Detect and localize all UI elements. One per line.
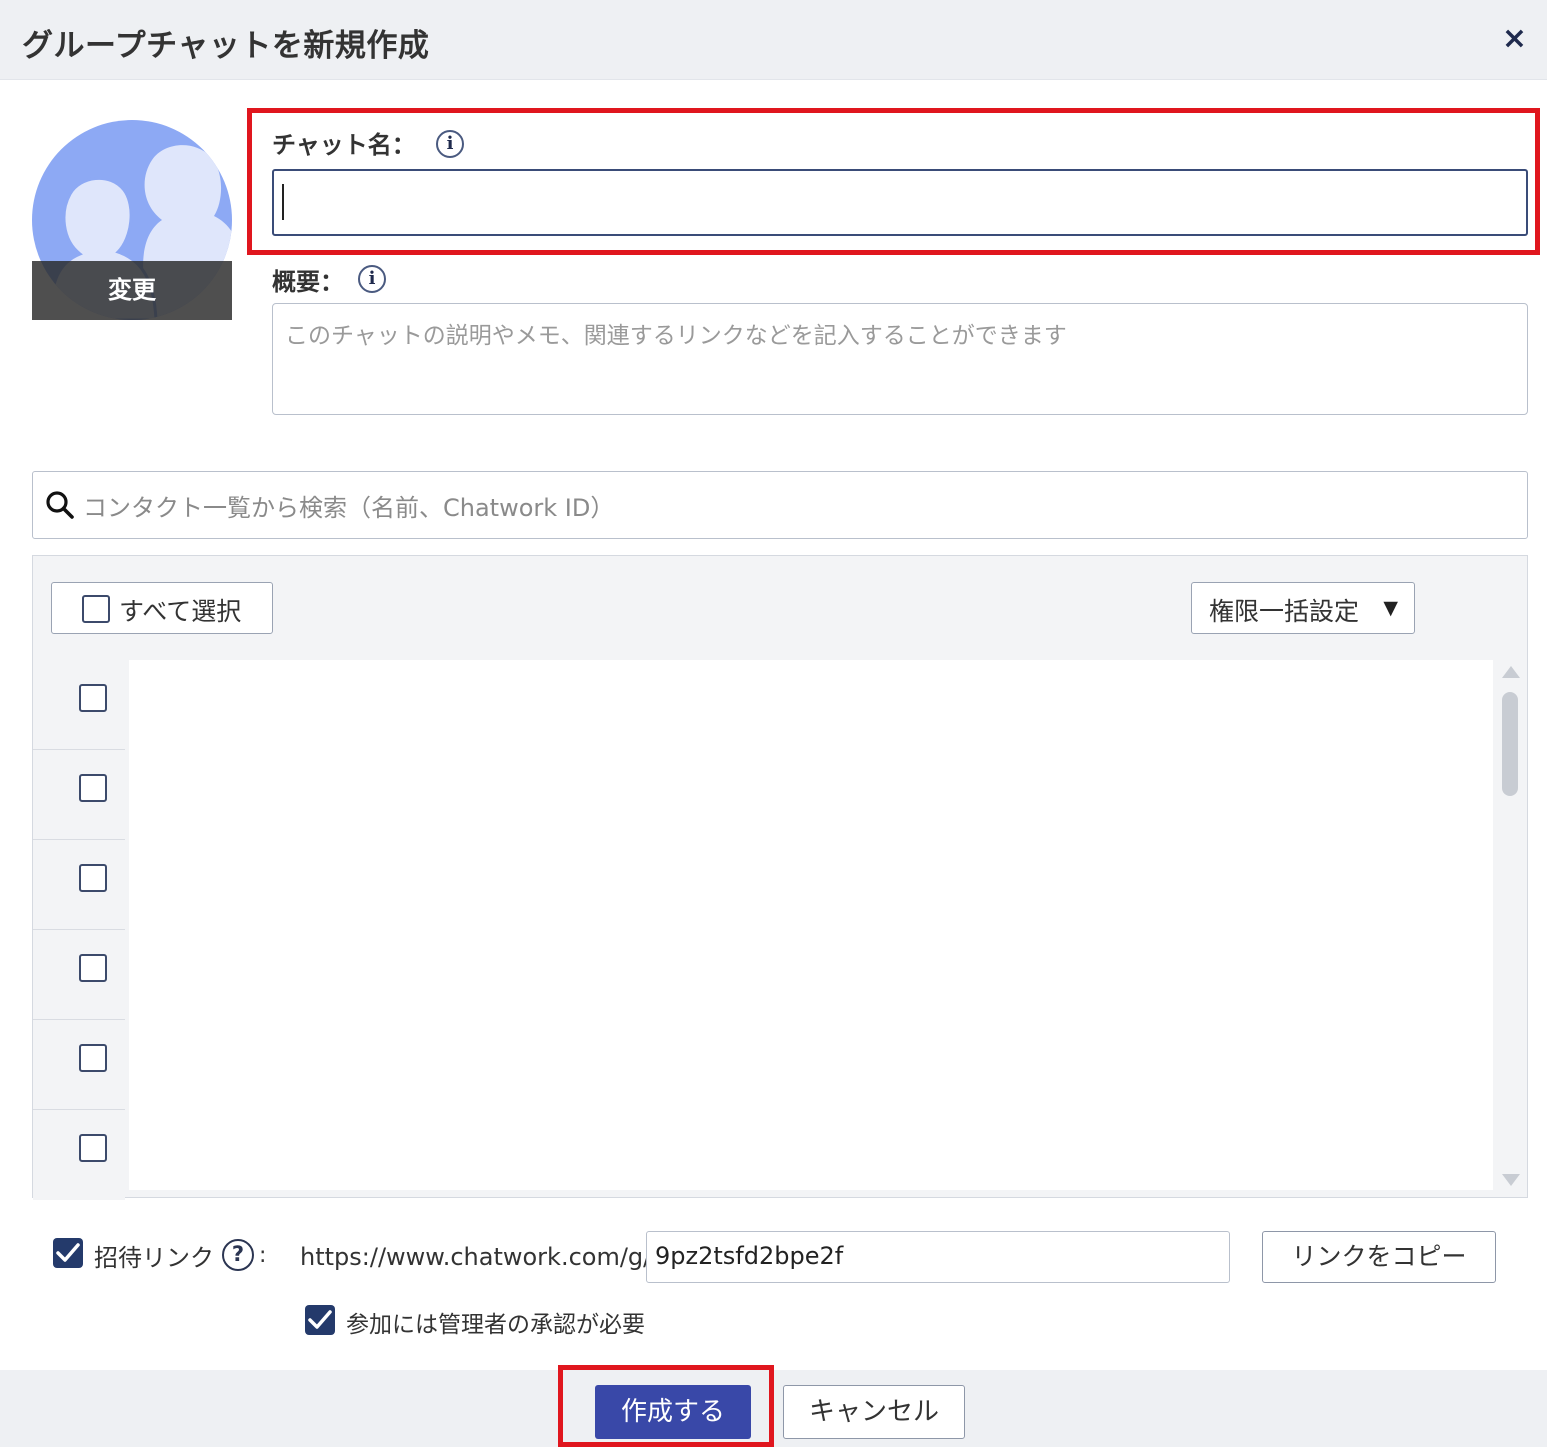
copy-link-button[interactable]: リンクをコピー [1262, 1231, 1496, 1283]
contact-row [33, 660, 125, 750]
scroll-up-arrow-icon[interactable] [1502, 666, 1520, 678]
approval-checkbox[interactable] [305, 1305, 335, 1335]
select-all-button[interactable]: すべて選択 [51, 582, 273, 634]
contact-row [33, 1020, 125, 1110]
contact-checkbox[interactable] [79, 1044, 107, 1072]
contact-row [33, 1110, 125, 1200]
contact-checkbox[interactable] [79, 774, 107, 802]
text-caret [282, 184, 284, 220]
dialog-title: グループチャットを新規作成 [22, 28, 430, 64]
invite-link-checkbox[interactable] [53, 1238, 83, 1268]
bulk-permission-dropdown[interactable]: 権限一括設定 ▼ [1191, 582, 1415, 634]
scroll-down-arrow-icon[interactable] [1502, 1174, 1520, 1186]
search-icon [46, 491, 74, 519]
invite-colon: : [259, 1243, 267, 1268]
contact-list [33, 660, 1527, 1200]
contact-list-panel: すべて選択 権限一括設定 ▼ [32, 555, 1528, 1200]
contact-row [33, 750, 125, 840]
cancel-button[interactable]: キャンセル [783, 1385, 965, 1439]
approval-label: 参加には管理者の承認が必要 [346, 1312, 645, 1338]
close-button[interactable]: × [1502, 24, 1527, 54]
invite-link-label: 招待リンク [94, 1244, 214, 1272]
invite-code-input[interactable]: 9pz2tsfd2bpe2f [646, 1231, 1230, 1283]
dialog-header: グループチャットを新規作成 × [0, 0, 1547, 80]
chat-name-input[interactable] [272, 169, 1528, 236]
chat-name-info-icon[interactable]: i [436, 130, 464, 158]
contact-checkbox[interactable] [79, 684, 107, 712]
contact-list-scrollbar[interactable] [1499, 660, 1523, 1192]
invite-help-icon[interactable]: ? [222, 1239, 254, 1271]
bulk-permission-label: 権限一括設定 [1209, 597, 1360, 626]
invite-url-prefix: https://www.chatwork.com/g/ [300, 1243, 652, 1271]
contact-checkbox[interactable] [79, 954, 107, 982]
contact-checkbox[interactable] [79, 864, 107, 892]
contact-checkbox[interactable] [79, 1134, 107, 1162]
change-avatar-button[interactable]: 変更 [32, 261, 232, 320]
scroll-thumb[interactable] [1502, 692, 1518, 796]
contact-row [33, 840, 125, 930]
checkmark-icon [56, 1243, 80, 1262]
description-label: 概要： [272, 268, 344, 296]
contact-row [33, 930, 125, 1020]
description-info-icon[interactable]: i [358, 265, 386, 293]
contact-list-content [129, 660, 1493, 1190]
select-all-label: すべて選択 [119, 597, 242, 626]
checkmark-icon [308, 1310, 332, 1329]
contact-search-input[interactable]: コンタクト一覧から検索（名前、Chatwork ID） [32, 471, 1528, 539]
search-placeholder: コンタクト一覧から検索（名前、Chatwork ID） [83, 494, 615, 522]
description-textarea[interactable]: このチャットの説明やメモ、関連するリンクなどを記入することができます [272, 303, 1528, 415]
chat-name-label: チャット名： [272, 131, 416, 159]
create-button[interactable]: 作成する [595, 1385, 751, 1439]
dropdown-arrow-icon: ▼ [1383, 597, 1398, 619]
select-all-checkbox-icon [82, 595, 110, 623]
